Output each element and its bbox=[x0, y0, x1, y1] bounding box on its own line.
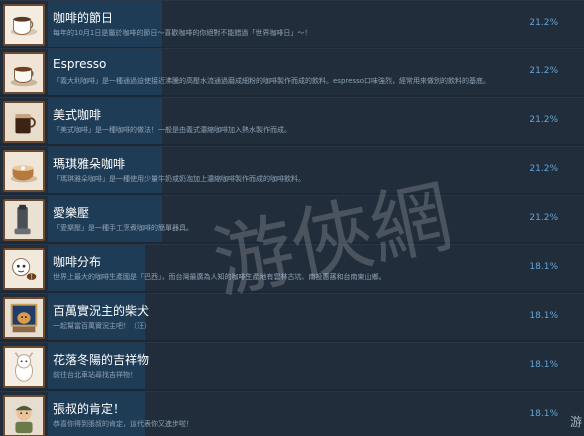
achievement-percent: 21.2% bbox=[529, 66, 558, 76]
espresso-icon bbox=[3, 52, 45, 94]
achievement-title: 愛樂壓 bbox=[53, 206, 90, 220]
achievement-description: 世界上最大的咖啡生產國是「巴西」，而台灣最廣為人知的咖啡生產地有雲林古坑、南投惠… bbox=[53, 273, 386, 281]
achievement-title: 咖啡的節日 bbox=[53, 11, 114, 25]
edge-watermark-glyph: 游 bbox=[569, 415, 582, 429]
achievement-list: 咖啡的節日 每年的10月1日是屬於咖啡的節日～喜歡咖啡的你絕對不能錯過「世界咖啡… bbox=[0, 0, 584, 436]
achievement-title: 張叔的肯定！ bbox=[53, 402, 126, 416]
achievement-progress-bar bbox=[48, 49, 162, 95]
achievement-row[interactable]: 咖啡的節日 每年的10月1日是屬於咖啡的節日～喜歡咖啡的你絕對不能錯過「世界咖啡… bbox=[0, 0, 584, 47]
achievement-description: 「瑪琪雅朵咖啡」是一種使用少量牛奶或奶泡加上濃縮咖啡製作而成的咖啡飲料。 bbox=[53, 175, 305, 183]
americano-icon bbox=[3, 101, 45, 143]
achievement-percent: 18.1% bbox=[529, 311, 558, 321]
achievement-percent: 21.2% bbox=[529, 164, 558, 174]
achievement-title: Espresso bbox=[53, 57, 107, 71]
achievement-row[interactable]: 咖啡分布 世界上最大的咖啡生產國是「巴西」，而台灣最廣為人知的咖啡生產地有雲林古… bbox=[0, 244, 584, 291]
coffee-distribution-icon bbox=[3, 248, 45, 290]
achievement-row[interactable]: 百萬實況主的柴犬 一起幫當百萬實況主吧！（汪） 18.1% bbox=[0, 293, 584, 340]
macchiato-icon bbox=[3, 150, 45, 192]
aeropress-icon bbox=[3, 199, 45, 241]
achievement-row[interactable]: 瑪琪雅朵咖啡 「瑪琪雅朵咖啡」是一種使用少量牛奶或奶泡加上濃縮咖啡製作而成的咖啡… bbox=[0, 146, 584, 193]
achievement-description: 前往台北車站尋找吉祥物！ bbox=[53, 371, 137, 379]
achievement-row[interactable]: 花落冬陽的吉祥物 前往台北車站尋找吉祥物！ 18.1% bbox=[0, 342, 584, 389]
achievement-percent: 18.1% bbox=[529, 262, 558, 272]
achievement-percent: 21.2% bbox=[529, 115, 558, 125]
achievement-row[interactable]: 張叔的肯定！ 恭喜你得到張叔的肯定，這代表你又進步啦！ 18.1% bbox=[0, 391, 584, 436]
achievement-description: 「愛樂壓」是一種手工烹煮咖啡的簡單器具。 bbox=[53, 224, 193, 232]
achievement-description: 每年的10月1日是屬於咖啡的節日～喜歡咖啡的你絕對不能錯過「世界咖啡日」～！ bbox=[53, 29, 312, 37]
uncle-icon bbox=[3, 395, 45, 436]
achievement-percent: 21.2% bbox=[529, 18, 558, 28]
achievement-row[interactable]: 美式咖啡 「美式咖啡」是一種咖啡的做法！一般是由義式濃縮咖啡加入熱水製作而成。 … bbox=[0, 97, 584, 144]
achievement-title: 咖啡分布 bbox=[53, 255, 102, 269]
achievement-percent: 18.1% bbox=[529, 360, 558, 370]
achievement-description: 「美式咖啡」是一種咖啡的做法！一般是由義式濃縮咖啡加入熱水製作而成。 bbox=[53, 126, 291, 134]
achievement-row[interactable]: 愛樂壓 「愛樂壓」是一種手工烹煮咖啡的簡單器具。 21.2% bbox=[0, 195, 584, 242]
mascot-icon bbox=[3, 346, 45, 388]
achievement-percent: 21.2% bbox=[529, 213, 558, 223]
achievement-description: 一起幫當百萬實況主吧！（汪） bbox=[53, 322, 151, 330]
achievement-description: 恭喜你得到張叔的肯定，這代表你又進步啦！ bbox=[53, 420, 193, 428]
achievement-title: 百萬實況主的柴犬 bbox=[53, 304, 150, 318]
achievement-percent: 18.1% bbox=[529, 409, 558, 419]
coffee-cup-icon bbox=[3, 4, 45, 46]
achievement-title: 花落冬陽的吉祥物 bbox=[53, 353, 150, 367]
achievement-description: 「義大利咖啡」是一種通過迫使接近沸騰的高壓水流通過磨成細粉的咖啡製作而成的飲料。… bbox=[53, 77, 491, 85]
dog-frame-icon bbox=[3, 297, 45, 339]
achievement-row[interactable]: Espresso 「義大利咖啡」是一種通過迫使接近沸騰的高壓水流通過磨成細粉的咖… bbox=[0, 48, 584, 95]
achievement-title: 美式咖啡 bbox=[53, 108, 102, 122]
achievement-title: 瑪琪雅朵咖啡 bbox=[53, 157, 126, 171]
